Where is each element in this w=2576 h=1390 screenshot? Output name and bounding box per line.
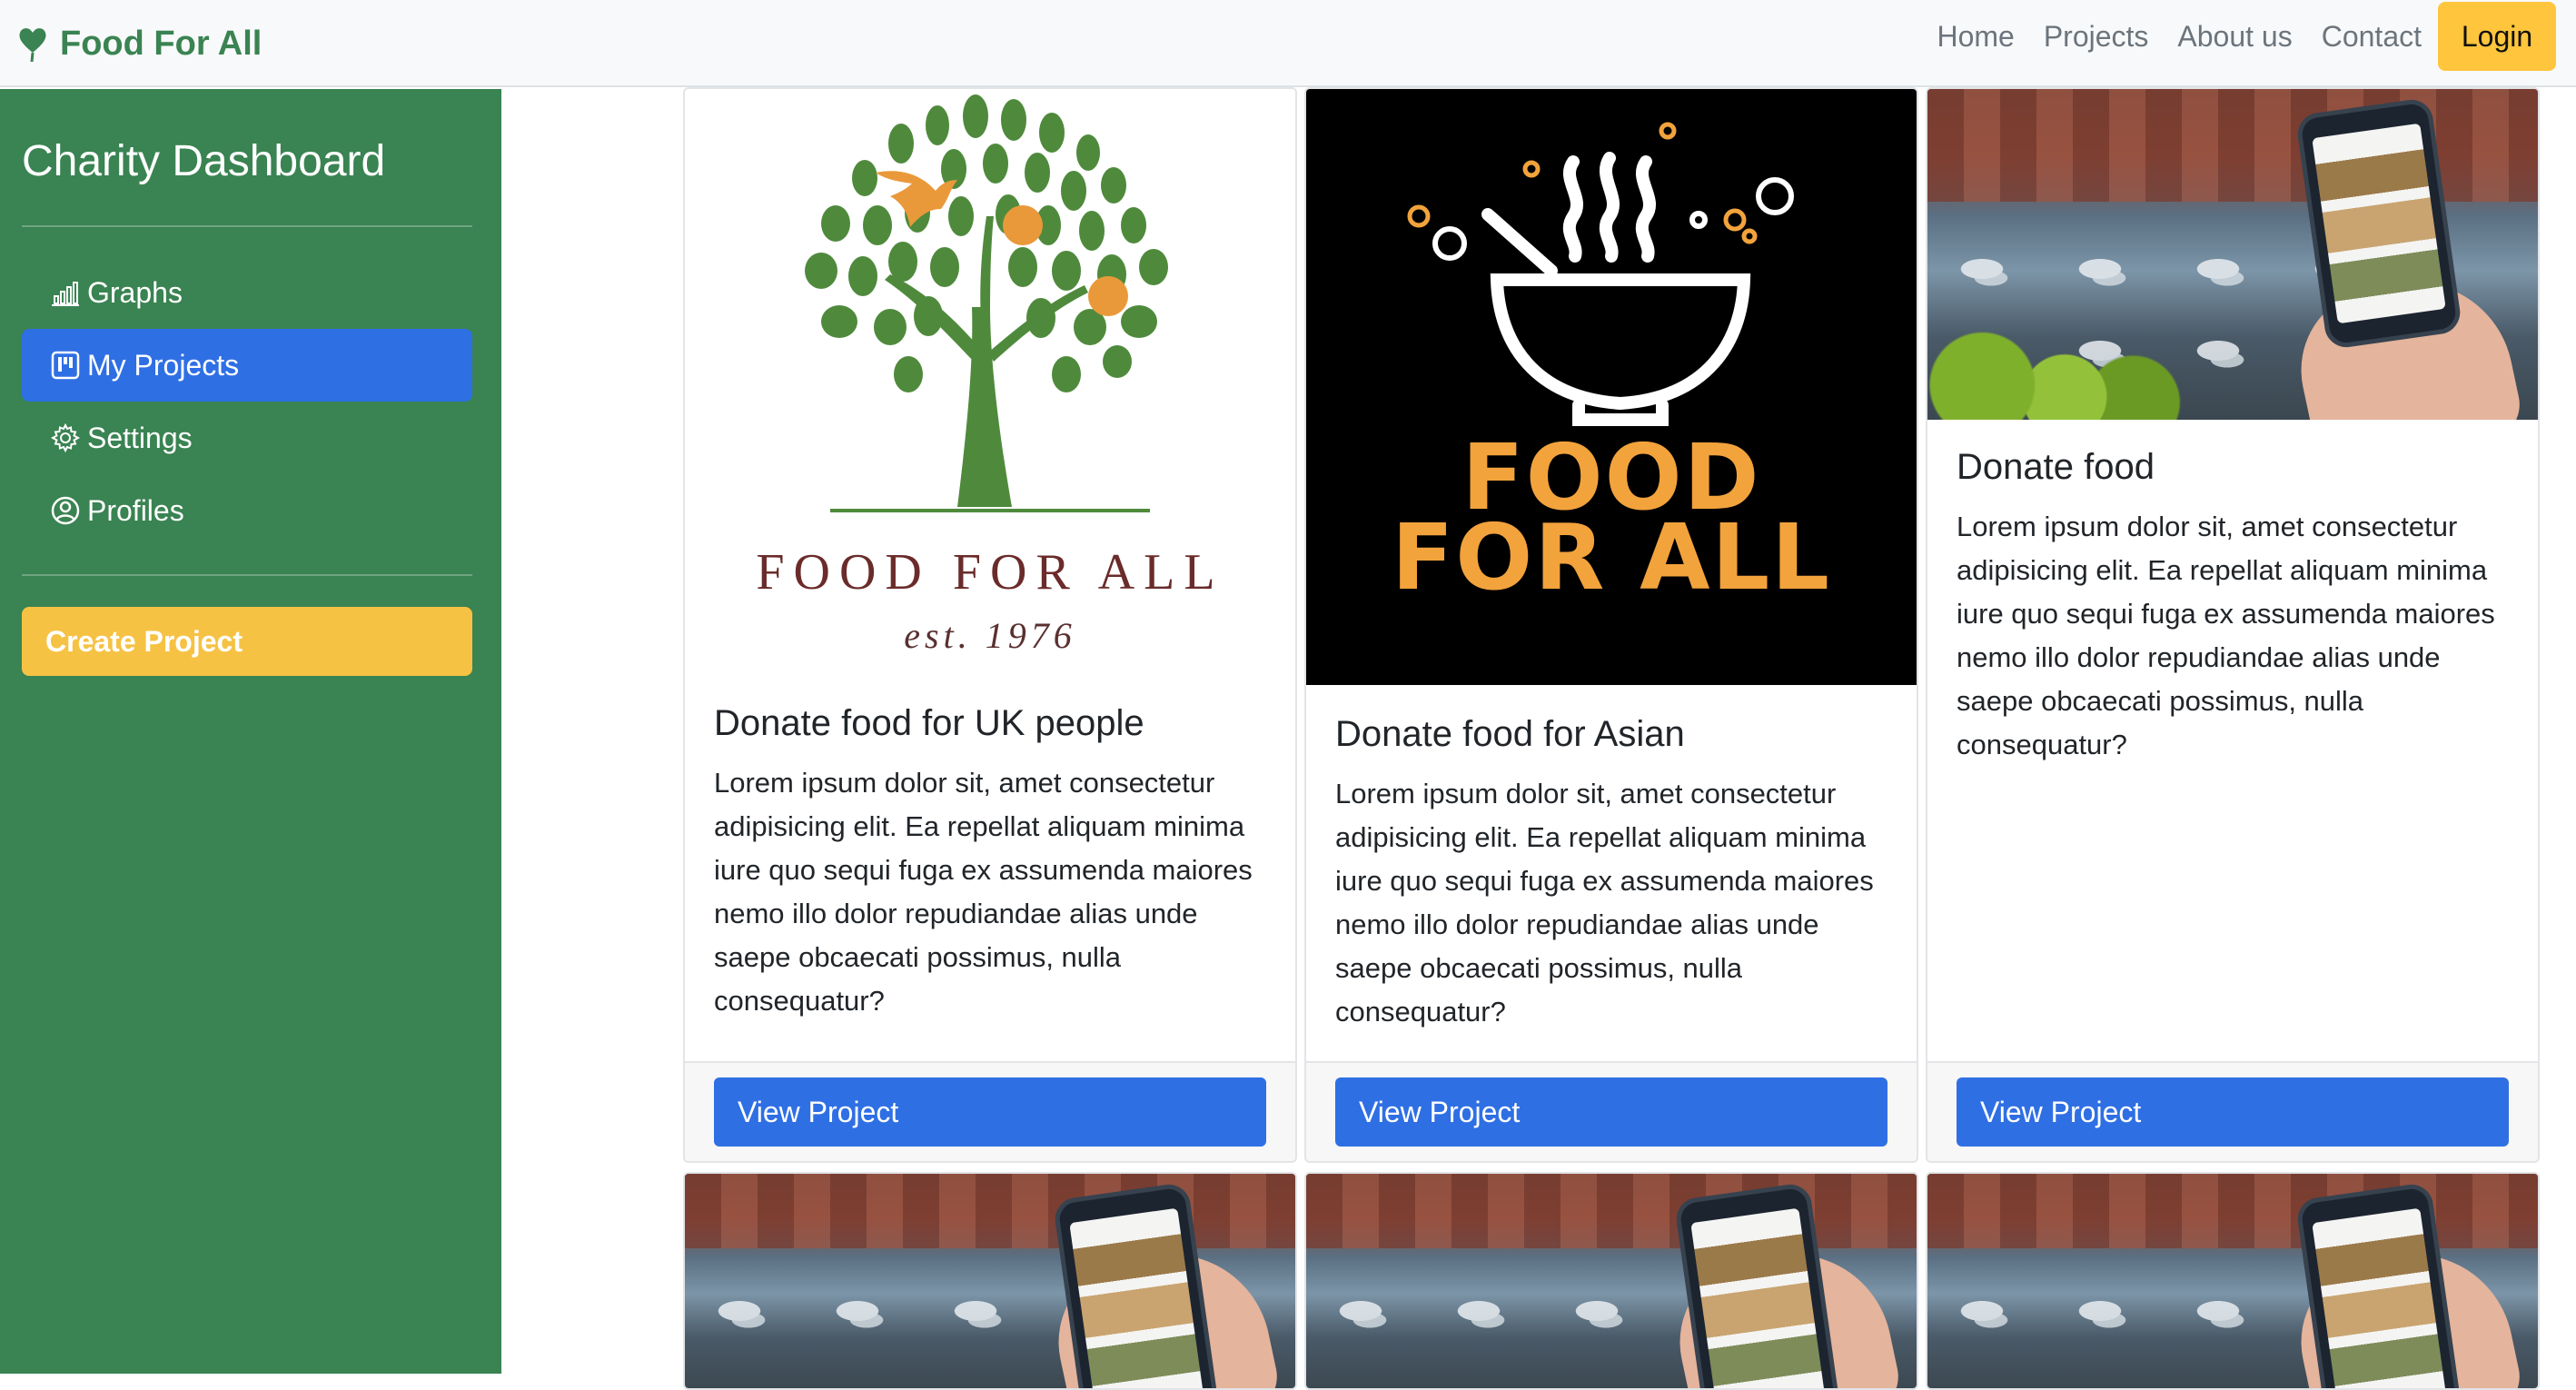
sidebar: Charity Dashboard Graphs My Projects Set… [0,89,501,1374]
top-navbar: Food For All Home Projects About us Cont… [0,0,2576,87]
restaurant-photo [1927,89,2538,420]
kanban-icon [51,351,80,380]
project-card [1304,1172,1918,1390]
card-title: Donate food [1957,447,2155,487]
nav-about-link[interactable]: About us [2177,20,2292,54]
sidebar-item-label: Settings [87,421,193,454]
sidebar-item-label: Profiles [87,493,184,527]
sidebar-divider [22,225,472,227]
sidebar-item-profiles[interactable]: Profiles [22,474,472,547]
soup-bowl-icon [1407,122,1794,426]
card-title: Donate food for Asian [1335,714,1685,754]
nav-home-link[interactable]: Home [1937,20,2014,54]
restaurant-photo [1927,1174,2538,1388]
restaurant-photo [1306,1174,1917,1388]
brand-link[interactable]: Food For All [18,13,262,74]
card-text: Lorem ipsum dolor sit, amet consectetur … [1957,511,2495,760]
card-text: Lorem ipsum dolor sit, amet consectetur … [714,767,1253,1017]
create-project-button[interactable]: Create Project [22,607,472,676]
sidebar-item-label: Graphs [87,275,183,309]
restaurant-photo [685,1174,1295,1388]
project-card [1926,1172,2540,1390]
brand-name: Food For All [60,24,263,63]
card-title: Donate food for UK people [714,703,1144,743]
nav-projects-link[interactable]: Projects [2044,20,2149,54]
card-image [1927,1174,2538,1388]
sidebar-item-settings[interactable]: Settings [22,402,472,474]
sidebar-divider [22,574,472,576]
logo-established: est. 1976 [904,615,1076,656]
project-card: FOOD FOR ALL Donate food for Asian Lorem… [1304,87,1918,1163]
card-footer: View Project [1306,1061,1917,1161]
project-card [683,1172,1297,1390]
logo-name: FOOD FOR ALL [756,544,1224,601]
sidebar-item-my-projects[interactable]: My Projects [22,329,472,402]
tree-logo: FOOD FOR ALL est. 1976 [685,89,1295,698]
sidebar-item-label: My Projects [87,348,240,382]
sidebar-item-graphs[interactable]: Graphs [22,256,472,329]
card-text: Lorem ipsum dolor sit, amet consectetur … [1335,778,1874,1028]
logo-line-2: FOR ALL [1392,504,1831,611]
nav-contact-link[interactable]: Contact [2322,20,2422,54]
sidebar-title: Charity Dashboard [22,137,386,185]
login-button[interactable]: Login [2438,2,2556,71]
view-project-button[interactable]: View Project [1957,1077,2509,1147]
card-footer: View Project [1927,1061,2538,1161]
view-project-button[interactable]: View Project [1335,1077,1887,1147]
card-image: FOOD FOR ALL [1306,89,1917,685]
balloon-heart-icon [19,28,46,62]
gear-icon [51,423,80,452]
card-image: FOOD FOR ALL est. 1976 [685,89,1295,698]
bar-chart-icon [51,278,80,307]
project-card: FOOD FOR ALL est. 1976 Donate food for U… [683,87,1297,1163]
card-image [685,1174,1295,1388]
person-circle-icon [51,496,80,525]
card-footer: View Project [685,1061,1295,1161]
nav-links: Home Projects About us Contact Login [1907,0,2556,73]
view-project-button[interactable]: View Project [714,1077,1266,1147]
card-image [1306,1174,1917,1388]
card-image [1927,89,2538,420]
tree-icon [805,94,1168,512]
soup-logo: FOOD FOR ALL [1306,89,1917,685]
project-card: Donate food Lorem ipsum dolor sit, amet … [1926,87,2540,1163]
